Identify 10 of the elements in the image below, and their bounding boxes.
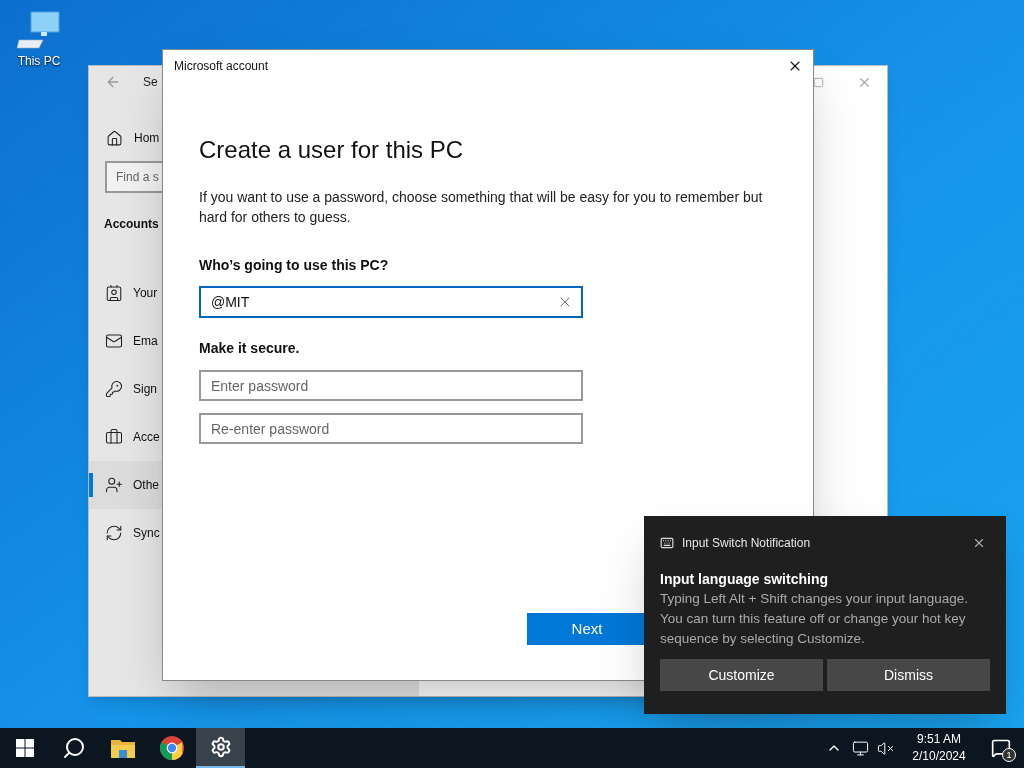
app-name: Input Switch Notification: [682, 535, 811, 552]
description: If you want to use a password, choose something that will be easy for you to remember but hard for others to guess.: [199, 188, 764, 227]
notification-title: Input language switching: [660, 570, 829, 589]
section-heading: Accounts: [104, 216, 159, 233]
field-label: Make it secure.: [199, 339, 301, 358]
notification-count: 1: [1002, 748, 1016, 762]
window-title: Se: [143, 74, 158, 91]
dialog-heading: Create a user for this PC: [199, 135, 465, 165]
field-label: Who’s going to use this PC?: [199, 256, 390, 275]
window-title: Microsoft account: [174, 58, 269, 75]
